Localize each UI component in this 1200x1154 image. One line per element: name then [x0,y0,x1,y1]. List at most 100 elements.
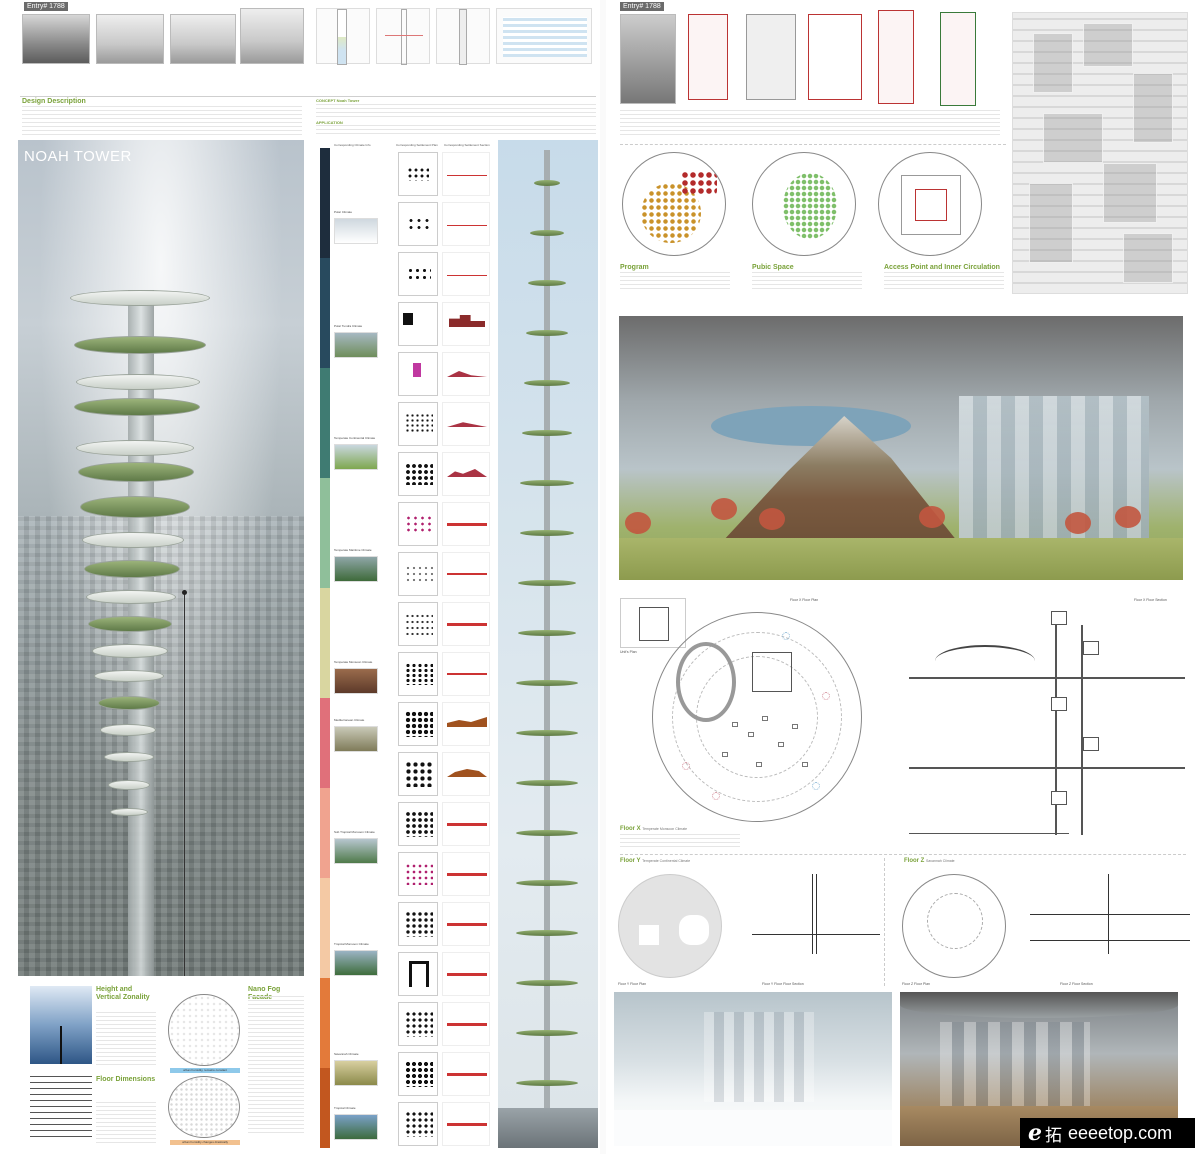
tree [625,512,651,534]
climate-label: Temperate Monsoon Climate [334,660,373,664]
settlement-plan [398,452,438,496]
application-text [316,125,596,137]
hero-render: NOAH TOWER [18,140,304,976]
settlement-plan [398,352,438,396]
facade-render [1012,12,1188,294]
climate-bar-polar [320,148,330,258]
settlement-section [442,402,490,446]
tower-floor-disc [94,670,164,682]
tree-symbol [782,632,790,640]
sky-section-plate [516,1080,578,1086]
settlement-section [442,1002,490,1046]
shaft-unit [1051,697,1067,711]
tower-floor-disc [92,644,168,658]
height-zonality-text [96,1012,156,1066]
site-render [620,14,676,104]
facade-module [1043,113,1103,163]
sky-section-plate [516,930,578,936]
access-heading: Access Point and Inner Circulation [884,264,1000,271]
tree-symbol [812,782,820,790]
public-space-text [752,272,862,290]
climate-label: Mediterranean Climate [334,718,365,722]
vertical-divider [884,858,885,986]
floor-dimension-diagram [30,1076,92,1142]
settlement-section [442,302,490,346]
settlement-plan-heading: Corresponding Settlement Plan [396,143,438,147]
climate-label: Temperate Maritime Climate [334,548,372,552]
sky-section-city [498,1108,598,1148]
climate-photo [334,726,378,752]
climate-bar-tropical-monsoon [320,878,330,978]
mountain-section-curve [935,645,1035,677]
settlement-plan [398,752,438,796]
sky-section-plate [520,480,574,486]
house-unit [748,732,754,737]
settlement-section [442,352,490,396]
settlement-plan [398,702,438,746]
tower-floor-disc [100,724,156,736]
height-zonality-heading: Height and Vertical Zonality [96,986,150,1001]
sky-section-plate [516,680,578,686]
climate-bar-continental [320,368,330,478]
shaft-unit [1051,611,1067,625]
settlement-plan [398,302,438,346]
box-cluster-diagram [808,14,862,100]
tower-floor-disc [82,532,184,548]
floor-y-title: Floor Y [620,858,641,864]
humidity-constant-chip: urban humidity, remains constant [170,1068,240,1073]
leader-line [184,594,185,976]
climate-label: Temperate Continental Climate [334,436,376,440]
climate-label: Tropical Monsoon Climate [334,942,369,946]
tower-floor-disc [108,780,150,790]
climate-label: Polar Climate [334,210,353,214]
tree-symbol [822,692,830,700]
tower-floor-disc [88,616,172,632]
core-line [1081,625,1083,835]
settlement-section [442,552,490,596]
settlement-section [442,452,490,496]
settlement-section-heading: Corresponding Settlement Section [444,143,490,147]
tower-floor-disc [86,590,176,604]
tower-green-diagram [940,12,976,106]
render-sky-opening [711,406,911,446]
climate-bar-subtropical [320,788,330,878]
house-unit [732,722,738,727]
floor-y-sub: Temperate Continental Climate [642,859,691,863]
floor-z-section-label: Floor Z Floor Section [1060,982,1093,986]
settlement-plan [398,252,438,296]
tower-floor-disc [84,560,180,578]
tree [1115,506,1141,528]
sky-section-plate [530,230,564,236]
render-tower-volume [940,1022,1090,1112]
tower-floor-disc [104,752,154,762]
tree [919,506,945,528]
floor-z-heading: Floor Z Savannah Climate [904,858,955,864]
sky-section-core [544,150,550,1135]
layer-stack-diagram [746,14,796,100]
floor-y-heading: Floor Y Temperate Continental Climate [620,858,690,864]
settlement-plan [398,802,438,846]
context-photo-3 [170,14,236,64]
settlement-section [442,902,490,946]
sky-section-plate [516,830,578,836]
tower-floor-disc [80,496,190,518]
house-unit [778,742,784,747]
climate-bar-monsoon [320,588,330,698]
divider [620,144,1006,145]
floor-z-section [1030,874,1190,954]
settlement-section [442,952,490,996]
floor-z-plan [902,874,1006,978]
floor-dimensions-text [96,1102,156,1146]
facade-module [1029,183,1073,263]
climate-label: Savannah Climate [334,1052,359,1056]
settlement-section [442,802,490,846]
bottom-panels: Height and Vertical Zonality Floor Dimen… [20,980,306,1148]
house-unit [792,724,798,729]
climate-photo [334,838,378,864]
settlement-plan [398,152,438,196]
floor-x-caption-sub: Temperate Monsoon Climate [642,827,688,831]
diagram-captions [620,110,1000,138]
sky-section-plate [526,330,568,336]
climate-photo [334,556,378,582]
facade-module [1123,233,1173,283]
